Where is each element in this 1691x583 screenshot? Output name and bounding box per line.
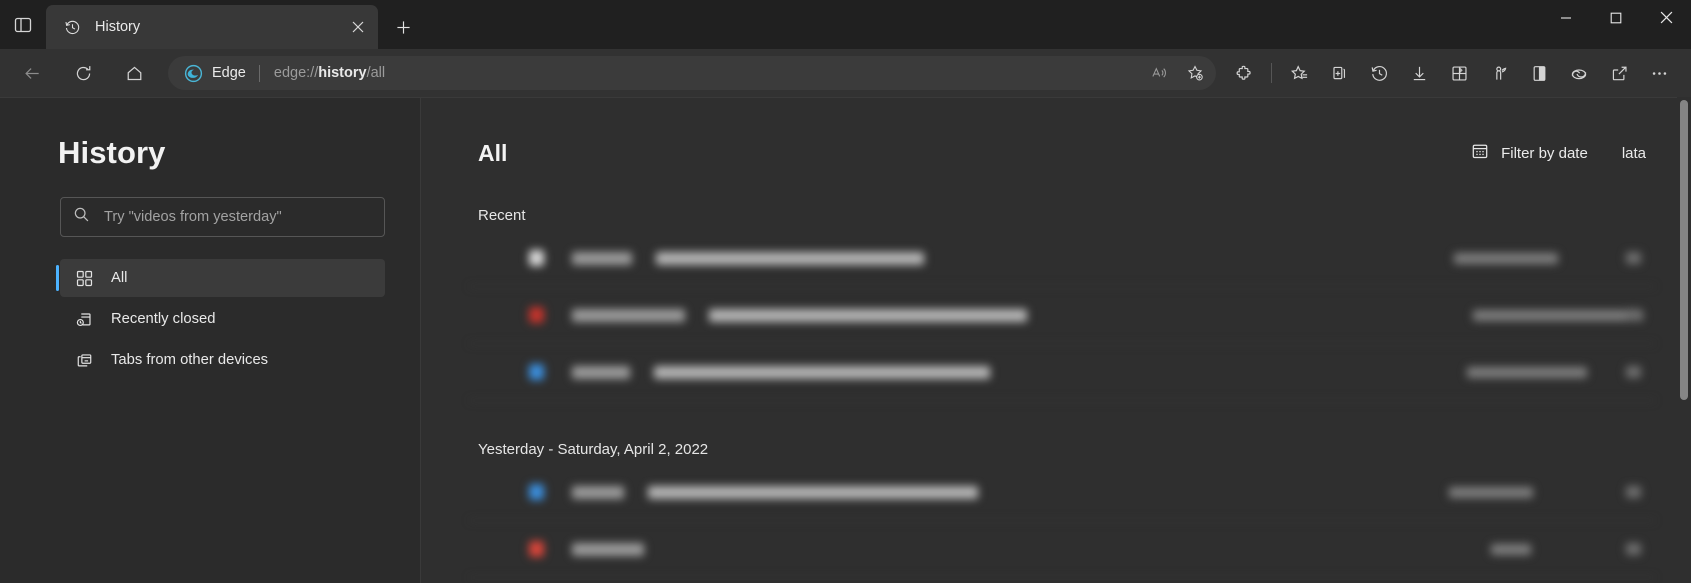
browser-toolbar: Edge edge://history/all	[0, 49, 1691, 97]
clear-browsing-data-label: lata	[1621, 144, 1646, 162]
extensions-puzzle-icon[interactable]	[1224, 56, 1264, 90]
row-site-name	[572, 542, 644, 556]
row-more-icon[interactable]	[1626, 252, 1641, 264]
row-favicon	[529, 541, 544, 557]
favorites-icon[interactable]	[1279, 56, 1319, 90]
settings-more-icon[interactable]	[1639, 56, 1679, 90]
row-site-name	[572, 485, 624, 499]
row-favicon	[529, 364, 544, 380]
row-favicon	[529, 250, 544, 266]
tabs-other-devices-icon	[74, 350, 94, 370]
sidebar-item-recently-closed[interactable]: Recently closed	[60, 300, 385, 338]
history-main: All Filter by date lata Recent Yesterday…	[421, 97, 1691, 583]
row-title	[709, 308, 1027, 322]
sidebar-item-label: Tabs from other devices	[111, 352, 269, 368]
row-favicon	[529, 307, 544, 323]
home-icon[interactable]	[114, 56, 154, 90]
history-row[interactable]	[469, 521, 1655, 578]
back-arrow-icon[interactable]	[12, 56, 52, 90]
split-screen-icon[interactable]	[1519, 56, 1559, 90]
scrollbar-thumb[interactable]	[1680, 100, 1688, 400]
copilot-icon[interactable]	[1559, 56, 1599, 90]
row-time	[1473, 309, 1643, 321]
section-header-recent: Recent	[478, 207, 526, 224]
main-header: All Filter by date lata	[421, 133, 1691, 173]
history-page: History All	[0, 97, 1691, 583]
row-favicon	[529, 484, 544, 500]
edge-brand: Edge	[184, 64, 246, 83]
history-sidebar: History All	[0, 97, 421, 583]
grid-icon	[74, 268, 94, 288]
navigation-buttons	[12, 56, 154, 90]
row-title	[654, 365, 990, 379]
close-tab-icon[interactable]	[344, 13, 372, 41]
clear-browsing-data-button[interactable]: lata	[1613, 139, 1655, 168]
browser-tab-history[interactable]: History	[46, 5, 378, 49]
row-more-icon[interactable]	[1626, 486, 1641, 498]
toolbar-right-icons	[1224, 56, 1679, 90]
row-time	[1454, 252, 1558, 264]
refresh-icon[interactable]	[63, 56, 103, 90]
history-row[interactable]	[469, 230, 1655, 287]
history-clock-icon	[62, 17, 82, 37]
main-title: All	[478, 139, 508, 166]
history-row[interactable]	[469, 287, 1655, 344]
tab-title: History	[95, 19, 141, 35]
share-icon[interactable]	[1599, 56, 1639, 90]
row-more-icon[interactable]	[1626, 366, 1641, 378]
row-site-name	[572, 251, 632, 265]
omnibox-actions	[1142, 58, 1212, 88]
row-time	[1467, 366, 1587, 378]
brand-label: Edge	[212, 65, 246, 81]
sidebar-item-label: All	[111, 270, 128, 286]
address-bar[interactable]: Edge edge://history/all	[168, 56, 1216, 90]
row-more-icon[interactable]	[1626, 309, 1641, 321]
row-time	[1449, 486, 1533, 498]
history-row[interactable]	[469, 464, 1655, 521]
sidebar-item-all[interactable]: All	[56, 259, 385, 297]
history-icon[interactable]	[1359, 56, 1399, 90]
collections-icon[interactable]	[1319, 56, 1359, 90]
add-favorite-icon[interactable]	[1178, 58, 1212, 88]
url-text: edge://history/all	[273, 65, 386, 81]
row-title	[648, 485, 978, 499]
history-list-yesterday	[421, 464, 1691, 578]
close-button[interactable]	[1641, 0, 1691, 35]
new-tab-icon[interactable]	[385, 9, 421, 45]
filter-by-date-button[interactable]: Filter by date	[1462, 136, 1597, 170]
search-icon	[73, 206, 90, 228]
tab-actions-icon[interactable]	[0, 0, 46, 49]
row-title	[656, 251, 924, 265]
history-list-recent	[421, 230, 1691, 401]
recently-closed-icon	[74, 309, 94, 329]
filter-by-date-label: Filter by date	[1501, 144, 1588, 162]
page-scrollbar[interactable]	[1677, 97, 1691, 583]
row-more-icon[interactable]	[1626, 543, 1641, 555]
maximize-button[interactable]	[1591, 0, 1641, 35]
minimize-button[interactable]	[1541, 0, 1591, 35]
title-bar: History	[0, 0, 1691, 49]
window-controls	[1541, 0, 1691, 49]
section-header-yesterday: Yesterday - Saturday, April 2, 2022	[478, 441, 709, 458]
browser-essentials-icon[interactable]	[1479, 56, 1519, 90]
sidebar-item-label: Recently closed	[111, 311, 216, 327]
read-aloud-icon[interactable]	[1142, 58, 1176, 88]
app-launcher-icon[interactable]	[1439, 56, 1479, 90]
row-site-name	[572, 365, 630, 379]
search-box[interactable]	[60, 197, 385, 237]
calendar-icon	[1471, 142, 1489, 164]
downloads-icon[interactable]	[1399, 56, 1439, 90]
sidebar-item-tabs-from-other-devices[interactable]: Tabs from other devices	[60, 341, 385, 379]
toolbar-divider	[1271, 63, 1272, 83]
page-title: History	[58, 135, 166, 170]
search-input[interactable]	[104, 209, 372, 225]
row-site-name	[572, 308, 685, 322]
edge-logo-icon	[184, 64, 203, 82]
row-time	[1491, 543, 1531, 555]
omnibox-divider	[258, 64, 260, 82]
history-row[interactable]	[469, 344, 1655, 401]
